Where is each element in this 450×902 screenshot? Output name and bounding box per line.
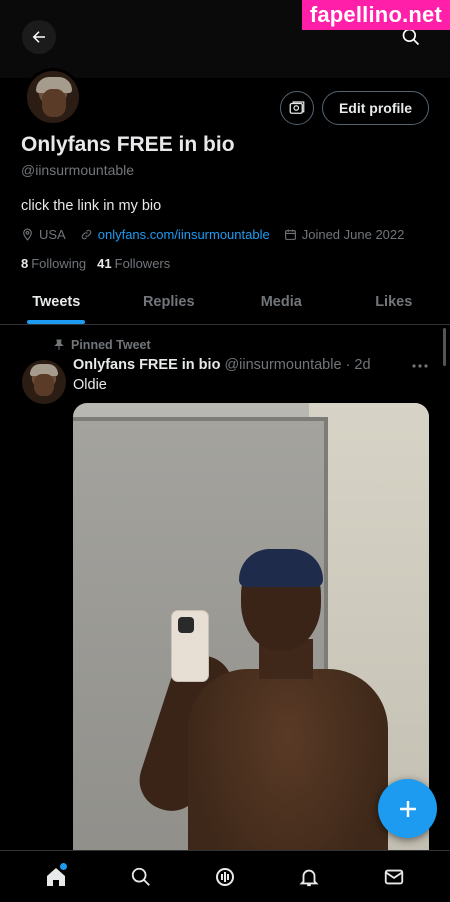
tweet-author-name[interactable]: Onlyfans FREE in bio — [73, 357, 220, 373]
joined-item: Joined June 2022 — [284, 226, 405, 242]
followers-count: 41 — [97, 256, 112, 271]
joined-text: Joined June 2022 — [301, 226, 405, 242]
following-label: Following — [31, 256, 87, 271]
profile-handle: @iinsurmountable — [21, 162, 135, 178]
display-name: Onlyfans FREE in bio — [21, 133, 235, 156]
tweet-more-button[interactable] — [409, 357, 431, 375]
profile-tabs: Tweets Replies Media Likes — [0, 280, 450, 325]
notification-dot — [60, 862, 68, 870]
nav-notifications[interactable] — [289, 857, 329, 897]
followers-link[interactable]: 41 Followers — [97, 256, 170, 271]
compose-tweet-button[interactable] — [378, 779, 437, 838]
profile-avatar[interactable] — [24, 68, 82, 126]
tab-tweets[interactable]: Tweets — [0, 280, 113, 324]
image-icon — [289, 101, 305, 114]
edit-profile-button[interactable]: Edit profile — [322, 91, 429, 125]
notifications-icon — [299, 869, 319, 886]
back-button[interactable] — [22, 20, 56, 54]
tweet-handle-time: @iinsurmountable · 2d — [224, 357, 371, 373]
search-icon — [402, 28, 420, 46]
nav-search[interactable] — [121, 857, 161, 897]
pin-icon — [54, 339, 64, 350]
media-button[interactable] — [280, 91, 314, 125]
profile-bio: click the link in my bio — [21, 198, 162, 214]
link-icon — [81, 229, 91, 239]
nav-home[interactable] — [36, 857, 76, 897]
following-link[interactable]: 8 Following — [21, 256, 86, 271]
bottom-navigation — [0, 850, 450, 902]
spaces-icon — [215, 867, 234, 886]
location-item: USA — [21, 227, 66, 242]
watermark: fapellino.net — [301, 0, 450, 30]
plus-icon — [399, 800, 416, 817]
calendar-icon — [284, 229, 296, 240]
more-horizontal-icon — [412, 364, 428, 368]
tab-likes[interactable]: Likes — [338, 280, 450, 324]
messages-icon — [384, 869, 403, 884]
followers-label: Followers — [114, 256, 171, 271]
link-item[interactable]: onlyfans.com/iinsurmountable — [80, 227, 270, 242]
tweet-text: Oldie — [73, 377, 107, 393]
tweet-avatar[interactable] — [22, 360, 66, 404]
tab-media[interactable]: Media — [225, 280, 338, 324]
follow-stats: 8 Following 41 Followers — [21, 256, 181, 271]
pinned-label: Pinned Tweet — [71, 338, 151, 352]
location-text: USA — [39, 226, 66, 242]
profile-link[interactable]: onlyfans.com/iinsurmountable — [98, 227, 270, 242]
nav-spaces[interactable] — [205, 857, 245, 897]
profile-meta: USA onlyfans.com/iinsurmountable Joined … — [21, 225, 418, 243]
nav-messages[interactable] — [374, 857, 414, 897]
arrow-left-icon — [32, 31, 45, 43]
tweet-media-photo[interactable] — [73, 403, 429, 873]
search-icon — [131, 867, 150, 886]
location-pin-icon — [23, 228, 32, 241]
tab-replies[interactable]: Replies — [113, 280, 226, 324]
scrollbar[interactable] — [443, 328, 446, 366]
tweet-header: Onlyfans FREE in bio @iinsurmountable · … — [73, 357, 371, 373]
pinned-indicator: Pinned Tweet — [53, 338, 151, 352]
following-count: 8 — [21, 256, 29, 271]
